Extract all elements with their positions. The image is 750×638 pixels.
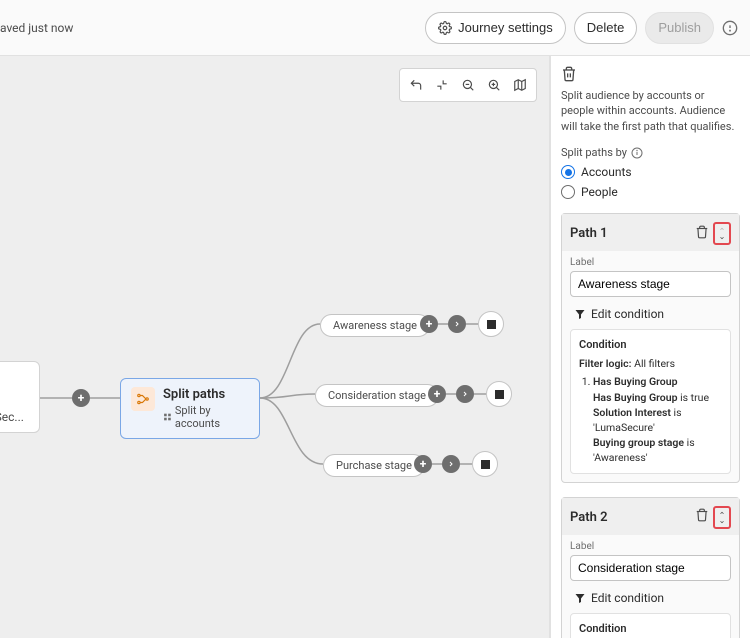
upstream-row2: umaSec... — [0, 410, 29, 424]
collapse-button[interactable] — [430, 73, 454, 97]
path1-move-up-button[interactable] — [717, 225, 727, 233]
filter-icon — [574, 592, 586, 604]
path1-condition: Condition Filter logic: All filters Has … — [570, 329, 731, 473]
path1-add-button[interactable]: + — [420, 315, 438, 333]
path2-title: Path 2 — [570, 510, 608, 525]
chevron-down-icon — [718, 235, 726, 241]
path1-reorder — [713, 222, 731, 245]
chevron-down-icon — [718, 519, 726, 525]
path2-condition: Condition Filter logic: All filters Has … — [570, 613, 731, 638]
topbar-actions: Journey settings Delete Publish — [425, 12, 738, 44]
chevron-up-icon — [718, 226, 726, 232]
path1-end-node[interactable] — [478, 311, 504, 337]
journey-settings-button[interactable]: Journey settings — [425, 12, 566, 44]
upstream-row1: ent — [0, 390, 29, 404]
radio-icon — [561, 165, 575, 179]
panel-delete-button[interactable] — [561, 66, 740, 82]
path1-block: Path 1 Label Edit condition — [561, 213, 740, 482]
split-icon — [131, 387, 155, 411]
trash-icon — [695, 508, 709, 522]
path3-expand-button[interactable] — [442, 455, 460, 473]
path1-title: Path 1 — [570, 226, 608, 241]
flow-connectors — [0, 56, 549, 638]
path2-edit-condition-button[interactable]: Edit condition — [574, 591, 731, 605]
radio-accounts[interactable]: Accounts — [561, 165, 740, 179]
split-node-subtitle: Split by accounts — [163, 404, 249, 430]
zoom-out-button[interactable] — [456, 73, 480, 97]
gear-icon — [438, 21, 452, 35]
path1-move-down-button[interactable] — [717, 234, 727, 242]
path2-move-up-button[interactable] — [717, 509, 727, 517]
split-by-label: Split paths by — [561, 146, 740, 159]
path2-expand-button[interactable] — [456, 385, 474, 403]
path1-expand-button[interactable] — [448, 315, 466, 333]
topbar: aved just now Journey settings Delete Pu… — [0, 0, 750, 56]
split-paths-node[interactable]: Split paths Split by accounts — [120, 378, 260, 439]
path-pill-purchase[interactable]: Purchase stage — [323, 454, 425, 477]
path2-reorder — [713, 506, 731, 529]
map-button[interactable] — [508, 73, 532, 97]
grid-icon — [163, 412, 172, 422]
journey-settings-label: Journey settings — [458, 20, 553, 35]
trash-icon — [561, 66, 577, 82]
canvas-toolbar — [399, 68, 537, 102]
help-icon[interactable] — [722, 20, 738, 36]
path2-add-button[interactable]: + — [428, 385, 446, 403]
path2-delete-button[interactable] — [695, 508, 709, 526]
path2-block: Path 2 Label Edit condition — [561, 497, 740, 638]
upstream-node[interactable]: ring ent umaSec... — [0, 361, 40, 433]
chevron-up-icon — [718, 510, 726, 516]
path1-label-caption: Label — [570, 257, 731, 268]
radio-people[interactable]: People — [561, 185, 740, 199]
trash-icon — [695, 225, 709, 239]
path2-end-node[interactable] — [486, 381, 512, 407]
upstream-title: ring — [0, 370, 29, 384]
path2-move-down-button[interactable] — [717, 518, 727, 526]
add-step-button[interactable]: + — [72, 389, 90, 407]
radio-icon — [561, 185, 575, 199]
path2-label-input[interactable] — [570, 555, 731, 581]
path-pill-consideration[interactable]: Consideration stage — [315, 384, 439, 407]
delete-button[interactable]: Delete — [574, 12, 638, 44]
main: ring ent umaSec... + Split paths Split b… — [0, 56, 750, 638]
properties-panel: Split audience by accounts or people wit… — [550, 56, 750, 638]
split-node-title: Split paths — [163, 387, 249, 402]
panel-description: Split audience by accounts or people wit… — [561, 88, 740, 134]
zoom-in-button[interactable] — [482, 73, 506, 97]
journey-canvas[interactable]: ring ent umaSec... + Split paths Split b… — [0, 56, 550, 638]
save-status: aved just now — [0, 21, 73, 35]
path2-label-caption: Label — [570, 541, 731, 552]
undo-button[interactable] — [404, 73, 428, 97]
path-pill-awareness[interactable]: Awareness stage — [320, 314, 430, 337]
path3-end-node[interactable] — [472, 451, 498, 477]
filter-icon — [574, 308, 586, 320]
publish-button: Publish — [645, 12, 714, 44]
path1-edit-condition-button[interactable]: Edit condition — [574, 307, 731, 321]
path3-add-button[interactable]: + — [414, 455, 432, 473]
info-icon[interactable] — [631, 147, 643, 159]
path1-delete-button[interactable] — [695, 225, 709, 243]
path1-label-input[interactable] — [570, 271, 731, 297]
